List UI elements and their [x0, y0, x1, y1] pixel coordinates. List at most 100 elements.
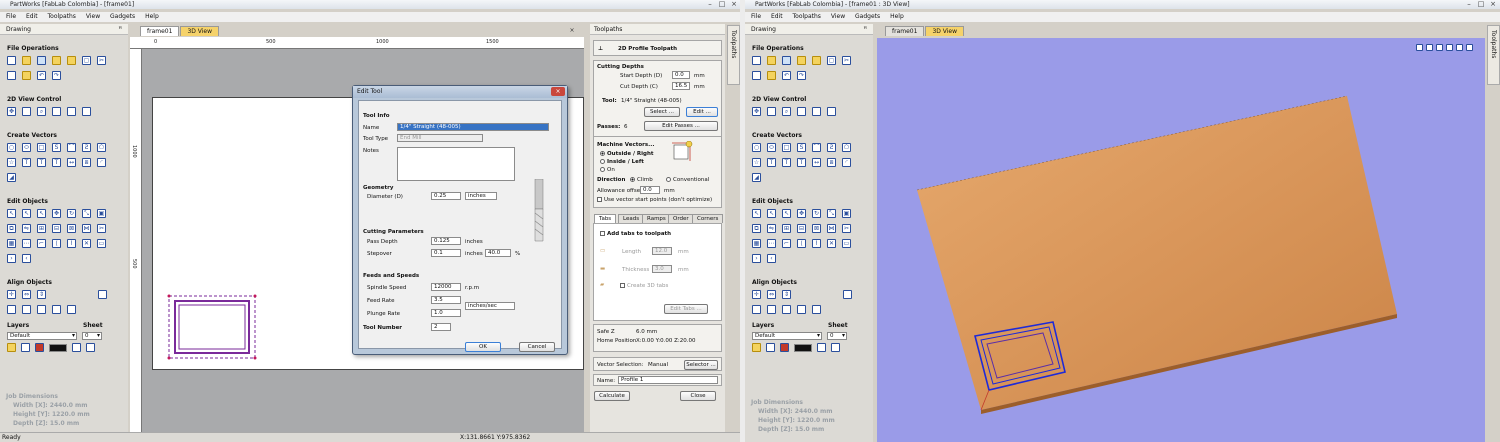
- ungroup-icon[interactable]: ⧉: [7, 224, 16, 233]
- job-setup-icon[interactable]: ▢: [82, 56, 91, 65]
- break-icon[interactable]: ✕: [827, 239, 836, 248]
- stepover-percent-input[interactable]: 40.0: [485, 249, 511, 257]
- select-icon[interactable]: ↖: [752, 209, 761, 218]
- align-bottom-icon[interactable]: [782, 305, 791, 314]
- fillet-icon[interactable]: ◜: [842, 158, 851, 167]
- layer-bulb-icon[interactable]: [752, 343, 761, 352]
- rectangle-icon[interactable]: □: [782, 143, 791, 152]
- new-file-icon[interactable]: [7, 56, 16, 65]
- tab-leads[interactable]: Leads: [618, 214, 645, 223]
- layer-color-dropdown[interactable]: [794, 343, 812, 352]
- rotate-icon[interactable]: ↻: [812, 209, 821, 218]
- distribute-v-icon[interactable]: [812, 305, 821, 314]
- job-setup-icon[interactable]: ▢: [827, 56, 836, 65]
- align-h-center-icon[interactable]: ⇔: [767, 290, 776, 299]
- wood-sheet-3d[interactable]: [877, 38, 1485, 442]
- curve-fit-icon[interactable]: ⟨: [797, 239, 806, 248]
- view-layout-icon[interactable]: [82, 107, 91, 116]
- sheet-manage-icon[interactable]: [86, 343, 95, 352]
- export-icon[interactable]: [67, 56, 76, 65]
- tab-order[interactable]: Order: [668, 214, 694, 223]
- zoom-icon[interactable]: ⌕: [782, 107, 791, 116]
- layer-color-icon[interactable]: [780, 343, 789, 352]
- arc-icon[interactable]: ⌒: [67, 143, 76, 152]
- paste-icon[interactable]: [22, 71, 31, 80]
- distribute-h-icon[interactable]: [52, 305, 61, 314]
- minimize-button[interactable]: –: [704, 0, 716, 9]
- tab-frame01[interactable]: frame01: [140, 26, 180, 36]
- align-right-icon[interactable]: [7, 305, 16, 314]
- climb-radio[interactable]: Climb: [630, 177, 653, 183]
- menu-edit[interactable]: Edit: [771, 13, 783, 20]
- move-icon[interactable]: ✥: [52, 209, 61, 218]
- edit-passes-button[interactable]: Edit Passes ...: [644, 121, 718, 131]
- join-icon[interactable]: ⋈: [827, 224, 836, 233]
- subtract-icon[interactable]: ⊟: [52, 224, 61, 233]
- calculate-button[interactable]: Calculate: [594, 391, 630, 401]
- curve-fit-icon[interactable]: ⟨: [52, 239, 61, 248]
- circle-icon[interactable]: ○: [7, 143, 16, 152]
- cut-depth-input[interactable]: 16.5: [672, 82, 690, 90]
- intersect-icon[interactable]: ⊠: [812, 224, 821, 233]
- copy-icon[interactable]: [752, 71, 761, 80]
- cancel-button[interactable]: Cancel: [519, 342, 555, 352]
- align-v-center-icon[interactable]: ⇕: [782, 290, 791, 299]
- align-left-icon[interactable]: [843, 290, 852, 299]
- on-radio[interactable]: On: [600, 167, 615, 173]
- notes-textarea[interactable]: [397, 147, 515, 181]
- align-bottom-icon[interactable]: [37, 305, 46, 314]
- maximize-button[interactable]: □: [1475, 0, 1487, 9]
- group-icon[interactable]: ▣: [97, 209, 106, 218]
- menu-gadgets[interactable]: Gadgets: [855, 13, 880, 20]
- open-file-icon[interactable]: [767, 56, 776, 65]
- save-icon[interactable]: [37, 56, 46, 65]
- edit-tabs-button[interactable]: Edit Tabs ...: [664, 304, 708, 314]
- redo-icon[interactable]: ↷: [797, 71, 806, 80]
- allowance-input[interactable]: 0.0: [640, 186, 660, 194]
- sheet-dropdown[interactable]: 0: [82, 332, 102, 340]
- tool-type-dropdown[interactable]: End Mill: [397, 134, 483, 142]
- menu-file[interactable]: File: [6, 13, 16, 20]
- menu-help[interactable]: Help: [145, 13, 159, 20]
- rectangle-icon[interactable]: □: [37, 143, 46, 152]
- join-icon[interactable]: ⋈: [82, 224, 91, 233]
- edit-tool-button[interactable]: Edit ...: [686, 107, 718, 117]
- vector-rectangles[interactable]: [165, 288, 265, 368]
- arc-icon[interactable]: ⌒: [812, 143, 821, 152]
- trace-icon[interactable]: ◢: [752, 173, 761, 182]
- conventional-radio[interactable]: Conventional: [666, 177, 709, 183]
- group-icon[interactable]: ▣: [842, 209, 851, 218]
- new-file-icon[interactable]: [752, 56, 761, 65]
- maximize-button[interactable]: □: [716, 0, 728, 9]
- stepover-input[interactable]: 0.1: [431, 249, 461, 257]
- polygon-icon[interactable]: ⬠: [97, 143, 106, 152]
- align-right-icon[interactable]: [752, 305, 761, 314]
- layer-dropdown[interactable]: Default: [752, 332, 822, 340]
- tab-thickness-input[interactable]: 3.0: [652, 265, 672, 273]
- scale-icon[interactable]: ⤡: [827, 209, 836, 218]
- menu-toolpaths[interactable]: Toolpaths: [48, 13, 76, 20]
- menu-toolpaths[interactable]: Toolpaths: [793, 13, 821, 20]
- zoom-fit-icon[interactable]: [52, 107, 61, 116]
- zoom-box-icon[interactable]: [22, 107, 31, 116]
- import-icon[interactable]: [797, 56, 806, 65]
- curve-icon[interactable]: S: [52, 143, 61, 152]
- zoom-box-icon[interactable]: [767, 107, 776, 116]
- arrow-left-icon[interactable]: ‹: [22, 254, 31, 263]
- fillet-edit-icon[interactable]: ▭: [97, 239, 106, 248]
- text-icon[interactable]: T: [767, 158, 776, 167]
- node-edit-icon[interactable]: ↖: [22, 209, 31, 218]
- distribute-v-icon[interactable]: [67, 305, 76, 314]
- cut-icon[interactable]: ✂: [97, 56, 106, 65]
- ellipse-icon[interactable]: ⬭: [22, 143, 31, 152]
- feed-unit-dropdown[interactable]: inches/sec: [465, 302, 515, 310]
- curve-icon[interactable]: S: [797, 143, 806, 152]
- weld-icon[interactable]: ⊞: [37, 224, 46, 233]
- trim-icon[interactable]: ✂: [97, 224, 106, 233]
- arrow-left-icon[interactable]: ‹: [767, 254, 776, 263]
- tab-corners[interactable]: Corners: [692, 214, 724, 223]
- subtract-icon[interactable]: ⊟: [797, 224, 806, 233]
- toolpaths-side-tab[interactable]: Toolpaths: [727, 25, 740, 85]
- star-icon[interactable]: ☆: [752, 158, 761, 167]
- menu-view[interactable]: View: [86, 13, 100, 20]
